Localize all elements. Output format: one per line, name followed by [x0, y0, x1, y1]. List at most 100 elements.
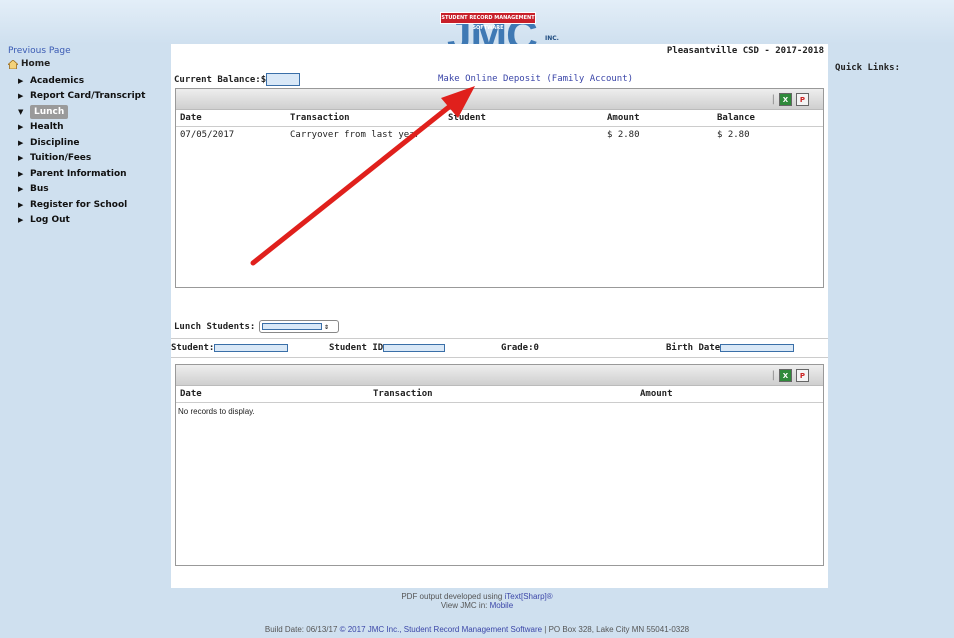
select-value: [262, 323, 323, 330]
sidebar-item-logout[interactable]: ▶ Log Out: [18, 213, 168, 229]
records-grid: | X P Date Transaction Amount No records…: [175, 364, 824, 566]
column-header-balance[interactable]: Balance: [717, 113, 755, 123]
grid-header-row: Date Transaction Student Amount Balance: [176, 110, 823, 127]
jmc-logo: JMC STUDENT RECORD MANAGEMENT SOFTWARE I…: [415, 8, 559, 58]
student-id-label: Student ID: [329, 343, 384, 353]
column-header-transaction[interactable]: Transaction: [373, 389, 433, 399]
footer-build: Build Date: 06/13/17 © 2017 JMC Inc., St…: [0, 625, 954, 634]
sidebar-item-bus[interactable]: ▶ Bus: [18, 182, 168, 198]
excel-export-icon[interactable]: X: [779, 93, 792, 106]
sidebar-item-parent-info[interactable]: ▶ Parent Information: [18, 166, 168, 182]
footer-build-prefix: Build Date: 06/13/17: [264, 625, 340, 634]
sidebar-item-health[interactable]: ▶ Health: [18, 120, 168, 136]
column-header-amount[interactable]: Amount: [640, 389, 673, 399]
excel-export-icon[interactable]: X: [779, 369, 792, 382]
student-id-value: [383, 344, 446, 352]
caret-right-icon: ▶: [18, 200, 24, 209]
caret-right-icon: ▶: [18, 92, 24, 101]
logo-banner: STUDENT RECORD MANAGEMENT SOFTWARE: [440, 12, 536, 31]
home-label: Home: [21, 59, 51, 69]
row-amount: $ 2.80: [607, 130, 640, 140]
caret-down-icon: ▼: [18, 107, 24, 116]
column-header-amount[interactable]: Amount: [607, 113, 640, 123]
student-info-row: Student: Student ID Grade:0 Birth Date: [171, 343, 828, 355]
toolbar-separator: |: [771, 370, 775, 381]
sidebar-home[interactable]: Home: [8, 59, 168, 69]
student-label: Student:: [171, 343, 215, 353]
sidebar-item-label: Tuition/Fees: [30, 153, 92, 164]
caret-right-icon: ▶: [18, 123, 24, 132]
birth-date-value: [720, 344, 795, 352]
no-records-message: No records to display.: [178, 407, 255, 416]
district-title: Pleasantville CSD - 2017-2018: [666, 46, 824, 56]
row-transaction: Carryover from last year: [290, 130, 421, 140]
lunch-students-label: Lunch Students:: [174, 321, 256, 332]
caret-right-icon: ▶: [18, 154, 24, 163]
row-balance: $ 2.80: [717, 130, 750, 140]
sidebar-item-academics[interactable]: ▶ Academics: [18, 73, 168, 89]
footer-pdf: PDF output developed using iText[Sharp]®: [0, 592, 954, 601]
select-arrows-icon: ⇕: [324, 322, 330, 331]
caret-right-icon: ▶: [18, 185, 24, 194]
grid-toolbar: | X P: [176, 89, 823, 110]
home-icon: [8, 59, 18, 69]
itextsharp-link[interactable]: iText[Sharp]®: [505, 592, 553, 601]
sidebar-nav: Previous Page Home ▶ Academics ▶ Report …: [8, 46, 168, 228]
birth-date-label: Birth Date: [666, 343, 721, 353]
table-row: 07/05/2017 Carryover from last year $ 2.…: [176, 127, 823, 143]
grade-field: Grade:0: [501, 343, 539, 353]
current-balance-label: Current Balance:$: [174, 74, 267, 85]
sidebar-item-discipline[interactable]: ▶ Discipline: [18, 135, 168, 151]
sidebar-item-label: Academics: [30, 75, 85, 86]
pdf-export-icon[interactable]: P: [796, 93, 809, 106]
transactions-grid: | X P Date Transaction Student Amount Ba…: [175, 88, 824, 288]
logo-inc: INC.: [545, 35, 559, 42]
sidebar-item-register[interactable]: ▶ Register for School: [18, 197, 168, 213]
birth-date-field: Birth Date: [666, 343, 795, 353]
current-balance: Current Balance:$: [174, 73, 301, 86]
student-field: Student:: [171, 343, 289, 353]
quick-links-heading: Quick Links:: [835, 63, 901, 73]
divider: [171, 338, 828, 339]
divider: [171, 357, 828, 358]
sidebar-item-label: Log Out: [30, 215, 70, 226]
caret-right-icon: ▶: [18, 138, 24, 147]
sidebar-item-label: Discipline: [30, 137, 80, 148]
caret-right-icon: ▶: [18, 169, 24, 178]
footer-view: View JMC in: Mobile: [0, 601, 954, 610]
sidebar-item-label: Parent Information: [30, 168, 127, 179]
mobile-link[interactable]: Mobile: [490, 601, 514, 610]
sidebar-item-lunch[interactable]: ▼ Lunch: [18, 104, 168, 120]
sidebar-item-label: Report Card/Transcript: [30, 91, 146, 102]
footer-view-text: View JMC in:: [440, 601, 490, 610]
grid-toolbar: | X P: [176, 365, 823, 386]
column-header-transaction[interactable]: Transaction: [290, 113, 350, 123]
grade-label: Grade:0: [501, 343, 539, 353]
current-balance-value: [266, 73, 301, 86]
column-header-date[interactable]: Date: [180, 113, 202, 123]
lunch-students-select[interactable]: ⇕: [259, 320, 340, 333]
pdf-export-icon[interactable]: P: [796, 369, 809, 382]
previous-page-link[interactable]: Previous Page: [8, 46, 168, 56]
footer-pdf-text: PDF output developed using: [401, 592, 505, 601]
lunch-students-row: Lunch Students: ⇕: [174, 320, 340, 333]
copyright-link[interactable]: © 2017 JMC Inc., Student Record Manageme…: [340, 625, 542, 634]
sidebar-item-tuition[interactable]: ▶ Tuition/Fees: [18, 151, 168, 167]
main-panel: Pleasantville CSD - 2017-2018 Current Ba…: [171, 44, 828, 588]
grid-header-row: Date Transaction Amount: [176, 386, 823, 403]
sidebar-item-label: Lunch: [30, 104, 69, 119]
row-date: 07/05/2017: [180, 130, 235, 140]
column-header-date[interactable]: Date: [180, 389, 202, 399]
sidebar-item-report-card[interactable]: ▶ Report Card/Transcript: [18, 89, 168, 105]
sidebar-item-label: Bus: [30, 184, 49, 195]
toolbar-separator: |: [771, 94, 775, 105]
make-online-deposit-link[interactable]: Make Online Deposit (Family Account): [438, 74, 633, 84]
sidebar-item-label: Health: [30, 122, 64, 133]
footer-build-suffix: | PO Box 328, Lake City MN 55041-0328: [542, 625, 690, 634]
column-header-student[interactable]: Student: [448, 113, 486, 123]
caret-right-icon: ▶: [18, 76, 24, 85]
sidebar-item-label: Register for School: [30, 199, 128, 210]
student-id-field: Student ID: [329, 343, 446, 353]
student-value: [214, 344, 289, 352]
caret-right-icon: ▶: [18, 216, 24, 225]
